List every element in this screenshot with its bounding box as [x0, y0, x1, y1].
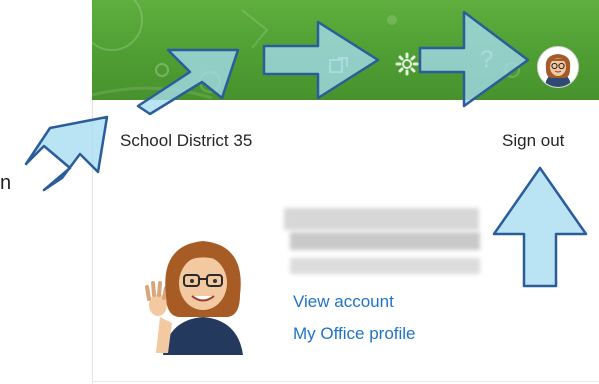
blurred-name	[284, 208, 479, 230]
blurred-email-line-2	[290, 258, 480, 274]
help-icon[interactable]: ?	[480, 46, 493, 74]
user-avatar-icon	[545, 54, 571, 87]
sign-out-link[interactable]: Sign out	[502, 131, 564, 151]
cropped-text: n	[0, 172, 12, 194]
blurred-email-line-1	[290, 232, 480, 250]
share-icon[interactable]	[328, 55, 350, 75]
profile-picture[interactable]	[138, 225, 268, 355]
header-decoration	[92, 0, 520, 100]
view-account-link[interactable]: View account	[293, 292, 394, 312]
gear-icon[interactable]	[395, 52, 419, 76]
header-banner: ?	[92, 0, 599, 100]
panel-bottom-border	[92, 381, 599, 382]
avatar[interactable]	[537, 46, 579, 88]
organization-name: School District 35	[120, 131, 253, 150]
office-profile-link[interactable]: My Office profile	[293, 324, 416, 344]
